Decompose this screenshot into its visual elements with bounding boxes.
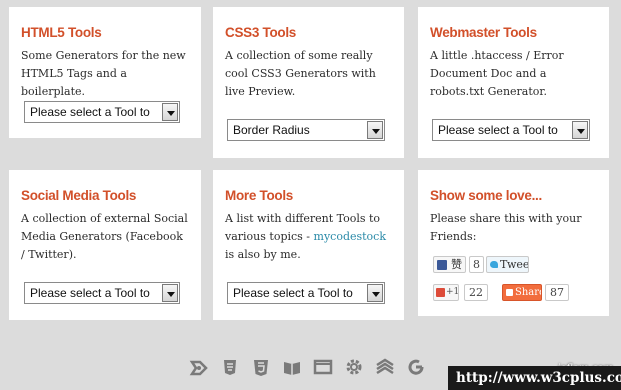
tool-select[interactable]: Please select a Tool to [227,282,385,304]
chevron-down-icon[interactable] [367,284,383,302]
card-title: Webmaster Tools [430,25,537,40]
google-plus-button[interactable]: +1 [433,284,459,301]
tool-select[interactable]: Border Radius [227,119,385,141]
card-title: Show some love... [430,188,542,203]
share-button[interactable]: Share [502,284,542,301]
weibo-icon [437,260,447,270]
google-plus-icon [436,288,445,297]
chevron-down-icon[interactable] [367,121,383,139]
share-count: 87 [545,284,569,301]
weibo-count: 8 [469,256,484,273]
gear-icon[interactable] [343,356,365,378]
watermark-url: http://www.w3cplus.com [456,370,621,386]
chevron-down-icon[interactable] [162,103,178,121]
tool-select[interactable]: Please select a Tool to [24,101,180,123]
card-description: A little .htaccess / Error Document Doc … [430,49,564,98]
card-title: Social Media Tools [21,188,137,203]
card-description: Some Generators for the new HTML5 Tags a… [21,49,186,98]
share-label: Share [515,287,542,298]
share-count-value: 87 [550,286,564,299]
weibo-count-value: 8 [473,258,480,271]
tool-select-value: Please select a Tool to [30,286,150,300]
refresh-icon[interactable] [405,356,427,378]
tweet-label: Twee [500,258,529,271]
html5-icon[interactable] [250,356,272,378]
css3-icon[interactable] [219,356,241,378]
card-description: Please share this with your Friends: [430,212,582,243]
tool-select-value: Border Radius [233,123,310,137]
tool-select-value: Please select a Tool to [233,286,353,300]
google-plus-count: 22 [464,284,488,301]
tool-select-value: Please select a Tool to [438,123,558,137]
google-plus-label: +1 [446,287,459,297]
card-description: A list with different Tools to various t… [225,210,392,264]
chevron-down-icon[interactable] [572,121,588,139]
card-title: HTML5 Tools [21,25,102,40]
footer-icon-bar [188,356,427,382]
tweet-button[interactable]: Twee [486,256,529,273]
tool-select[interactable]: Please select a Tool to [432,119,590,141]
watermark-banner: http://www.w3cplus.com [448,366,621,390]
card-webmaster-tools: Webmaster Tools A little .htaccess / Err… [418,7,609,158]
share-icon [506,289,513,296]
tool-select[interactable]: Please select a Tool to [24,282,180,304]
layers-icon[interactable] [374,356,396,378]
twitter-icon [490,261,498,268]
google-plus-count-value: 22 [469,286,483,299]
chevron-down-icon[interactable] [162,284,178,302]
rss-icon[interactable] [188,356,210,378]
card-show-some-love: Show some love... Please share this with… [418,170,609,316]
book-icon[interactable] [281,356,303,378]
window-icon[interactable] [312,356,334,378]
weibo-like-button[interactable]: 赞 [433,256,466,273]
tool-select-value: Please select a Tool to [30,105,150,119]
card-html5-tools: HTML5 Tools Some Generators for the new … [9,7,201,138]
description-text: is also by me. [225,248,301,261]
card-description: A collection of some really cool CSS3 Ge… [225,49,376,98]
weibo-like-label: 赞 [451,258,462,271]
card-more-tools: More Tools A list with different Tools t… [213,170,404,320]
card-description: A collection of external Social Media Ge… [21,212,188,261]
mycodestock-link[interactable]: mycodestock [314,230,387,243]
card-css3-tools: CSS3 Tools A collection of some really c… [213,7,404,158]
card-title: CSS3 Tools [225,25,297,40]
card-title: More Tools [225,188,294,203]
card-social-media-tools: Social Media Tools A collection of exter… [9,170,201,320]
